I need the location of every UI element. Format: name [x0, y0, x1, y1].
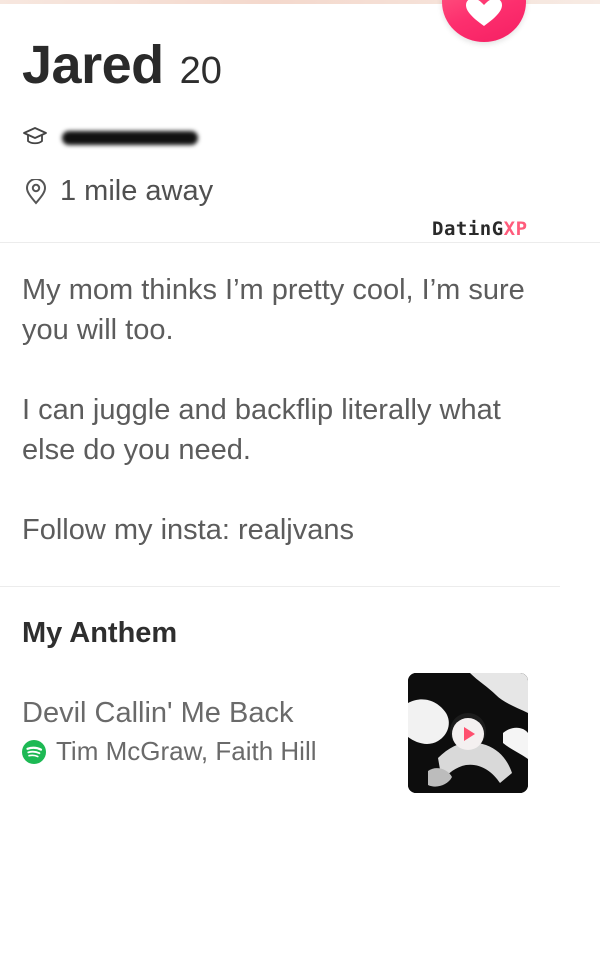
profile-header: Jared 20	[22, 34, 222, 96]
bio-paragraph: My mom thinks I’m pretty cool, I’m sure …	[22, 274, 525, 346]
graduation-cap-icon	[23, 127, 47, 145]
play-icon[interactable]	[451, 717, 485, 751]
album-art[interactable]	[408, 673, 528, 793]
watermark-brand: DatinG	[432, 218, 504, 240]
heart-icon	[466, 0, 502, 26]
bio-section: My mom thinks I’m pretty cool, I’m sure …	[22, 270, 542, 590]
school-name-redacted	[62, 131, 198, 145]
anthem-heading: My Anthem	[22, 617, 178, 649]
bio-paragraph: Follow my insta: realjvans	[22, 514, 354, 546]
distance-text: 1 mile away	[60, 175, 214, 207]
profile-name: Jared	[22, 35, 164, 95]
profile-age: 20	[179, 50, 222, 92]
watermark-logo: DatinGXP	[432, 218, 528, 240]
like-button[interactable]	[442, 0, 526, 42]
location-pin-icon	[25, 178, 47, 205]
divider	[0, 586, 560, 587]
distance-row: 1 mile away	[24, 175, 213, 208]
watermark-brand-accent: XP	[503, 218, 528, 240]
spotify-icon	[22, 739, 46, 764]
anthem-artist-row: Tim McGraw, Faith Hill	[22, 736, 317, 767]
anthem-song-title: Devil Callin' Me Back	[22, 697, 294, 729]
divider	[0, 242, 600, 243]
anthem-artists: Tim McGraw, Faith Hill	[56, 736, 317, 766]
school-row	[22, 124, 198, 148]
bio-paragraph: I can juggle and backflip literally what…	[22, 394, 501, 466]
